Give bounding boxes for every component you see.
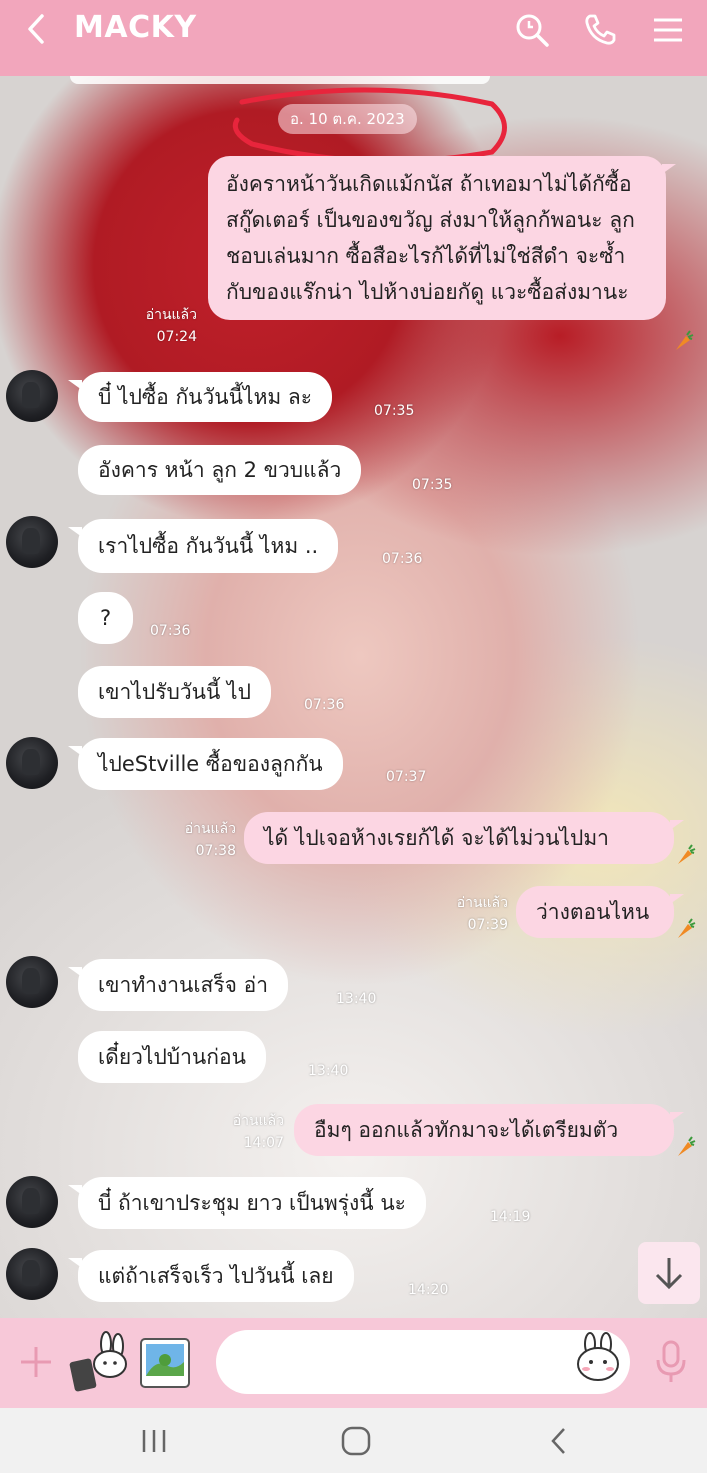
message-bubble-received[interactable]: เราไปซื้อ กันวันนี้ ไหม .. [68,519,339,573]
avatar[interactable] [6,370,58,422]
message-text: บี๋ ถ้าเขาประชุม ยาว เป็นพรุ่งนี้ นะ [98,1191,406,1215]
message-time: 07:38 [195,843,236,859]
message-time: 07:36 [150,623,191,639]
read-receipt: อ่านแล้ว [232,1113,284,1129]
message-time: 07:36 [382,551,423,567]
message-bubble-received[interactable]: ? [78,592,134,644]
carrot-icon [678,1136,696,1156]
message-time: 07:35 [374,403,415,419]
home-icon[interactable] [338,1424,374,1458]
chat-header: MACKY [0,0,707,76]
carrot-icon [676,330,694,350]
message-text: แต่ถ้าเสร็จเร็ว ไปวันนี้ เลย [98,1264,334,1288]
arrow-down-icon [655,1258,683,1290]
system-nav-bar [0,1408,707,1473]
scroll-to-bottom-button[interactable] [638,1242,700,1304]
message-text: ว่างตอนไหน [536,900,650,924]
message-time: 14:19 [490,1209,531,1225]
menu-icon[interactable] [650,12,686,48]
input-bar [0,1318,707,1408]
message-bubble-received[interactable]: เขาไปรับวันนี้ ไป [78,666,271,718]
plus-icon[interactable] [18,1344,54,1380]
message-time: 13:40 [308,1063,349,1079]
message-text: อังคาร หน้า ลูก 2 ขวบแล้ว [98,458,342,482]
read-receipt: อ่านแล้ว [456,895,508,911]
message-text: เดี๋ยวไปบ้านก่อน [98,1045,246,1069]
message-text: อืมๆ ออกแล้วทักมาจะได้เตรียมตัว [314,1118,619,1142]
read-receipt: อ่านแล้ว [184,821,236,837]
message-time: 07:36 [304,697,345,713]
microphone-icon[interactable] [654,1340,688,1384]
message-bubble-received[interactable]: เดี๋ยวไปบ้านก่อน [78,1031,266,1083]
message-bubble-sent[interactable]: อังคราหน้าวันเกิดแม้กนัส ถ้าเทอมาไม่ได้ก… [208,156,676,320]
carrot-icon [678,844,696,864]
message-bubble-received[interactable]: อังคาร หน้า ลูก 2 ขวบแล้ว [78,445,362,495]
emoji-icon[interactable] [575,1332,621,1382]
read-receipt: อ่านแล้ว [145,307,197,323]
avatar[interactable] [6,1176,58,1228]
message-time: 14:20 [408,1282,449,1298]
message-text: อังคราหน้าวันเกิดแม้กนัส ถ้าเทอมาไม่ได้ก… [226,172,635,304]
phone-icon[interactable] [582,12,618,48]
message-time: 07:35 [412,477,453,493]
message-text: ไปeStville ซื้อของลูกกัน [98,752,323,776]
message-time: 14:07 [243,1135,284,1151]
message-time: 07:39 [467,917,508,933]
chat-area[interactable]: อ. 10 ต.ค. 2023 อังคราหน้าวันเกิดแม้กนัส… [0,76,707,1318]
message-text: บี๋ ไปซื้อ กันวันนี้ไหม ละ [98,385,313,409]
message-text: ได้ ไปเจอห้างเรยก้ได้ จะได้ไม่วนไปมา [264,826,609,850]
message-text: เขาทำงานเสร็จ อ่า [98,973,269,997]
message-time: 07:37 [386,769,427,785]
message-bubble-received[interactable]: แต่ถ้าเสร็จเร็ว ไปวันนี้ เลย [68,1250,354,1302]
recent-apps-icon[interactable] [136,1424,172,1458]
search-icon[interactable] [514,12,550,48]
avatar[interactable] [6,516,58,568]
message-time: 13:40 [336,991,377,1007]
message-bubble-sent[interactable]: ว่างตอนไหน [516,886,684,938]
message-text: เราไปซื้อ กันวันนี้ ไหม .. [98,534,319,558]
back-icon[interactable] [22,14,52,44]
message-text: ? [100,606,112,630]
message-bubble-received[interactable]: บี๋ ไปซื้อ กันวันนี้ไหม ละ [68,372,333,422]
message-bubble-sent[interactable]: ได้ ไปเจอห้างเรยก้ได้ จะได้ไม่วนไปมา [244,812,684,864]
back-nav-icon[interactable] [542,1424,578,1458]
avatar[interactable] [6,737,58,789]
message-time: 07:24 [156,329,197,345]
message-bubble-sent[interactable]: อืมๆ ออกแล้วทักมาจะได้เตรียมตัว [294,1104,684,1156]
avatar[interactable] [6,1248,58,1300]
message-bubble-received[interactable]: เขาทำงานเสร็จ อ่า [68,959,289,1011]
avatar[interactable] [6,956,58,1008]
message-bubble-received[interactable]: บี๋ ถ้าเขาประชุม ยาว เป็นพรุ่งนี้ นะ [68,1177,426,1229]
sticker-icon[interactable] [66,1330,128,1396]
photo-icon[interactable] [138,1336,192,1390]
message-input[interactable] [216,1330,630,1394]
message-text: เขาไปรับวันนี้ ไป [98,680,251,704]
message-bubble-received[interactable]: ไปeStville ซื้อของลูกกัน [68,738,343,790]
chat-title: MACKY [74,10,197,45]
carrot-icon [678,918,696,938]
